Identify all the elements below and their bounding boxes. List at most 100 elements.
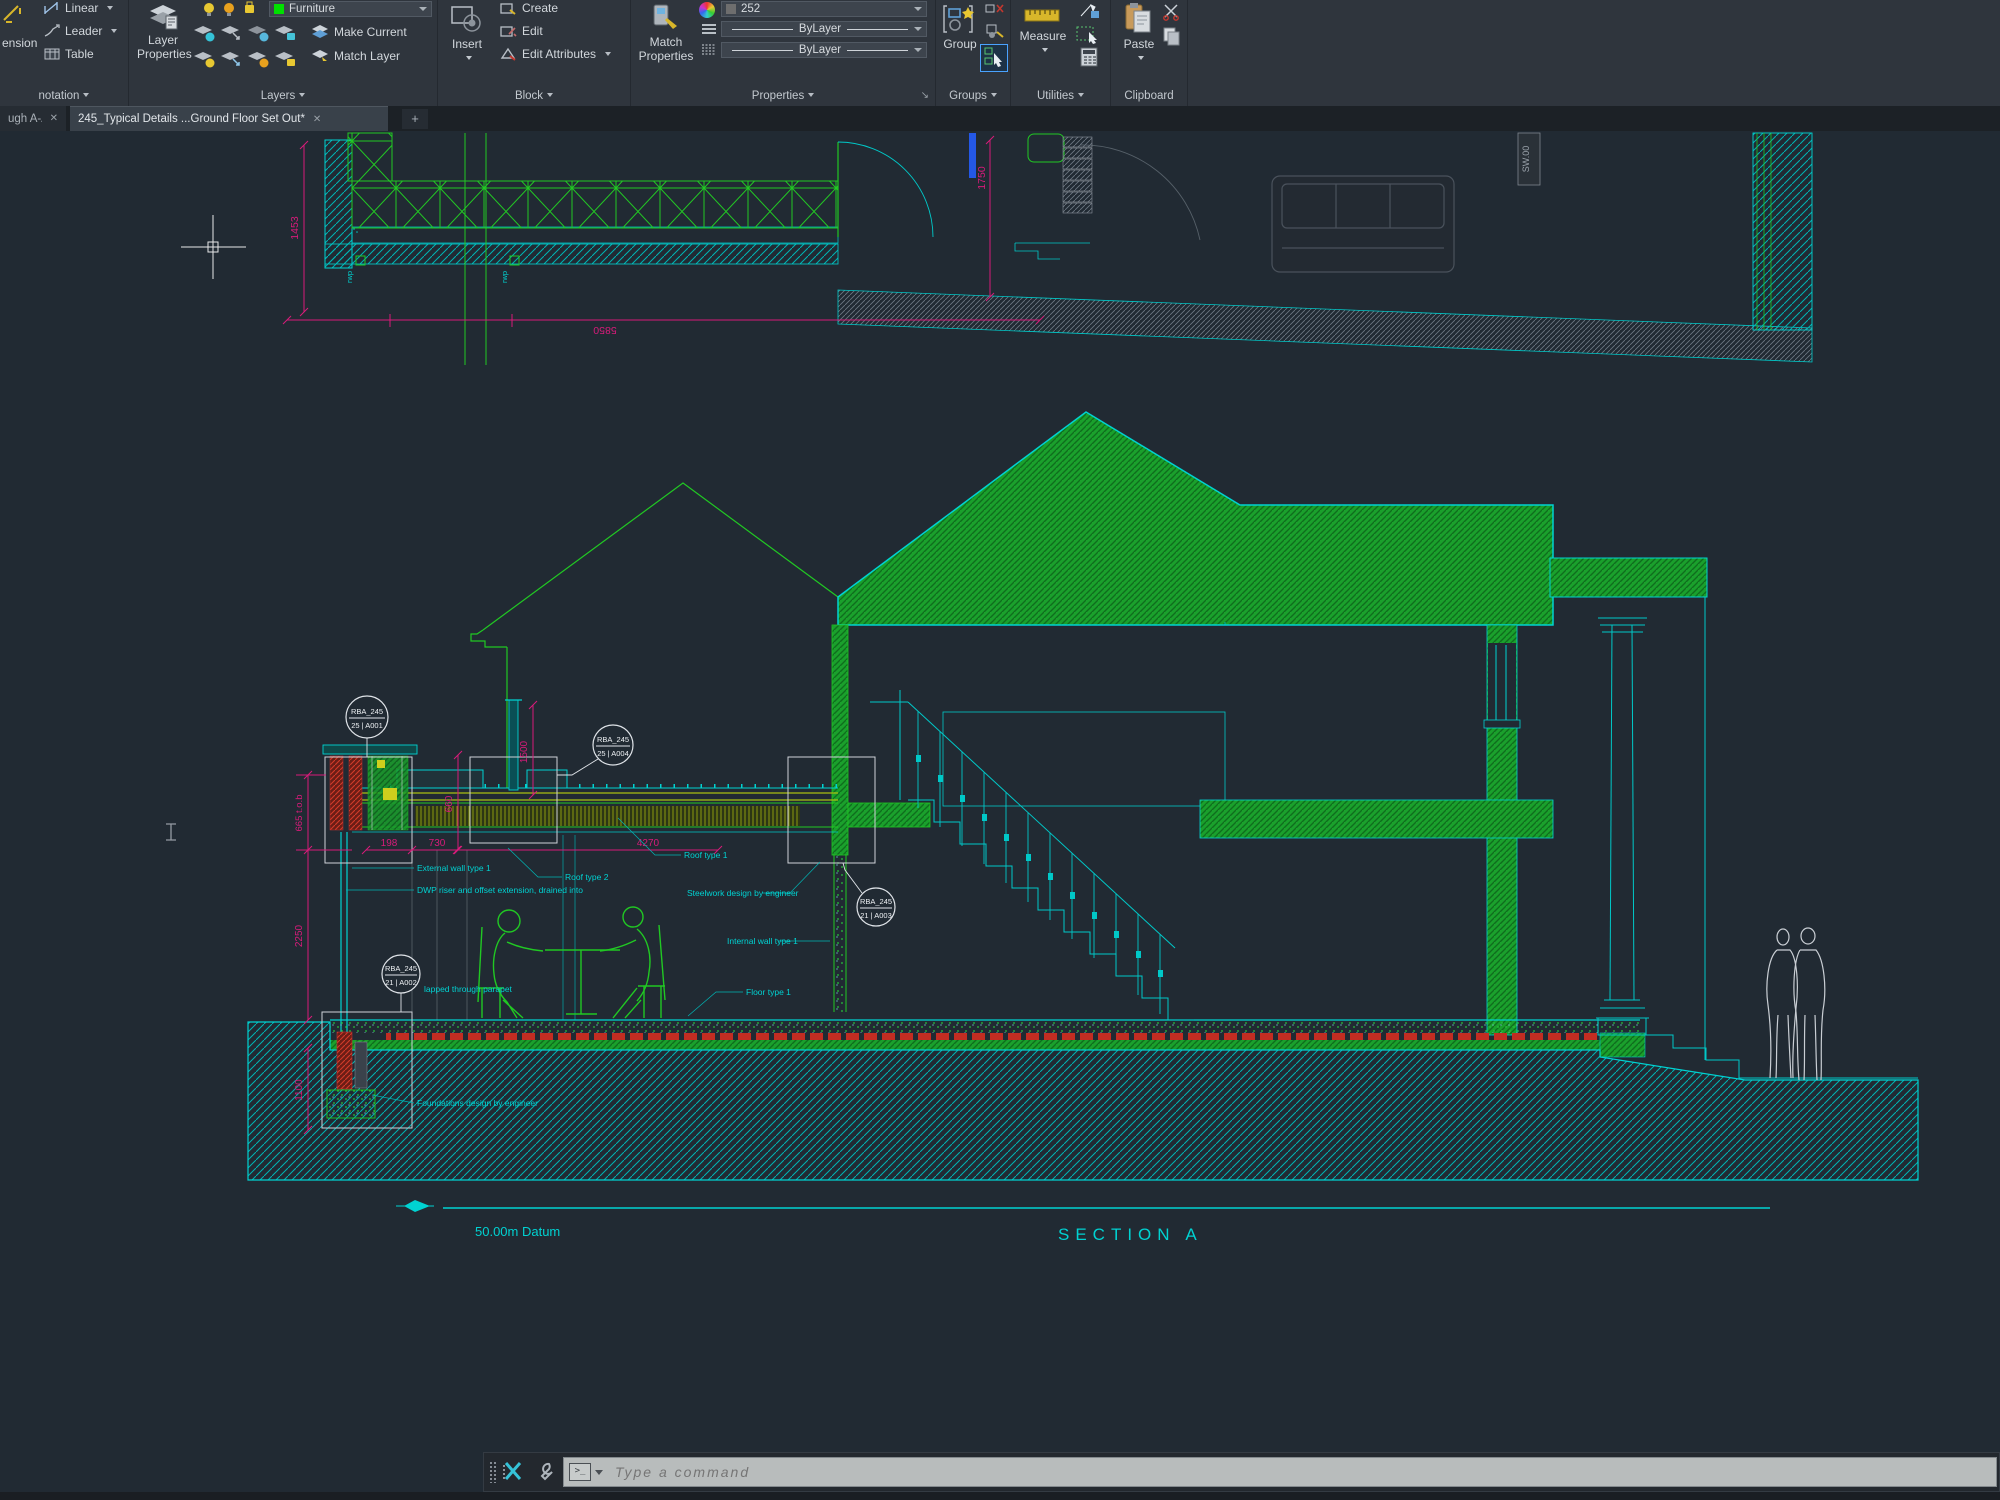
callout-a002: RBA_245 21 | A002	[382, 955, 420, 1012]
edit-attributes-icon	[500, 47, 517, 61]
dim-parapet: 665 t.o.b	[294, 795, 305, 832]
color-swatch	[726, 4, 736, 14]
layer-properties-button[interactable]: LayerProperties	[137, 4, 189, 61]
dimension-partial-label: ension	[2, 36, 37, 50]
layer-color-swatch	[274, 4, 284, 14]
plan-sofa	[1272, 176, 1454, 272]
detail-callouts: RBA_245 25 | A001 RBA_245 25 | A004 RBA_…	[346, 696, 895, 1012]
command-history-arrow-icon[interactable]	[595, 1470, 603, 1475]
note-internal-wall: Internal wall type 1	[727, 936, 798, 946]
paste-button[interactable]: Paste	[1117, 2, 1161, 65]
insert-icon	[450, 4, 484, 34]
color-dropdown[interactable]: 252	[721, 1, 927, 17]
close-icon[interactable]: ✕	[50, 113, 58, 124]
svg-text:RBA_245: RBA_245	[385, 964, 417, 973]
dimension-tool-icon[interactable]	[2, 4, 22, 24]
quick-select-icon[interactable]	[1075, 24, 1101, 44]
panel-properties: MatchProperties 252 ByLayer ByLayer Prop…	[631, 0, 936, 106]
linetype-icon	[701, 22, 717, 36]
plan-label-rwp: rwp	[500, 271, 509, 283]
lineweight-dropdown[interactable]: ByLayer	[721, 42, 927, 58]
command-prompt-icon[interactable]: >_	[569, 1463, 591, 1481]
copy-icon[interactable]	[1161, 26, 1183, 46]
group-button[interactable]: Group	[938, 4, 982, 51]
command-dock: >_	[483, 1452, 2000, 1492]
properties-dialog-launcher-icon[interactable]: ↘	[921, 90, 929, 101]
tab-active[interactable]: 245_Typical Details ...Ground Floor Set …	[70, 106, 388, 131]
dim-plan-height: 1453	[289, 216, 301, 240]
layer-dropdown[interactable]: Furniture	[269, 1, 432, 17]
drawing-canvas[interactable]: SW.00 rwp rwp 1453 5850 1750	[0, 0, 2000, 1500]
layer-state-icons[interactable]	[201, 1, 267, 17]
cut-icon[interactable]	[1161, 3, 1183, 21]
calculator-icon[interactable]	[1079, 47, 1101, 67]
note-floor1: Floor type 1	[746, 987, 791, 997]
group-icon	[943, 4, 977, 34]
utilities-panel-footer[interactable]: Utilities	[1011, 90, 1110, 102]
section-roof	[838, 412, 1553, 625]
note-parapet: lapped through parapet	[424, 984, 513, 994]
edit-block-button[interactable]: Edit	[500, 24, 543, 38]
datum-label: 50.00m Datum	[475, 1224, 560, 1239]
match-layer-button[interactable]: Match Layer	[311, 48, 400, 63]
linetype-dropdown[interactable]: ByLayer	[721, 21, 927, 37]
dim-wall-height: 2250	[294, 924, 305, 947]
wrench-icon[interactable]	[533, 1460, 557, 1484]
section-portico	[1596, 597, 1918, 1078]
lineweight-icon	[701, 43, 717, 57]
create-block-button[interactable]: Create	[500, 1, 558, 15]
table-button[interactable]: Table	[44, 47, 94, 61]
id-point-icon[interactable]	[1077, 2, 1101, 20]
note-riser: DWP riser and offset extension, drained …	[417, 885, 583, 895]
svg-text:RBA_245: RBA_245	[597, 735, 629, 744]
note-external-wall: External wall type 1	[417, 863, 491, 873]
section-left-wall	[832, 625, 930, 1012]
section-drawing: RBA_245 25 | A001 RBA_245 25 | A004 RBA_…	[248, 412, 1918, 1244]
customization-icon[interactable]	[501, 1459, 527, 1485]
match-properties-button[interactable]: MatchProperties	[635, 4, 697, 63]
dim-plan-door: 1750	[976, 166, 988, 190]
block-panel-footer[interactable]: Block	[438, 90, 630, 102]
note-roof1: Roof type 1	[684, 850, 728, 860]
dock-grip[interactable]	[489, 1461, 497, 1483]
insert-button[interactable]: Insert	[444, 4, 490, 65]
svg-text:21 | A002: 21 | A002	[385, 978, 417, 987]
measure-button[interactable]: Measure	[1015, 4, 1071, 57]
plan-label-rwp: rwp	[345, 271, 354, 283]
layer-properties-icon	[148, 4, 178, 30]
panel-utilities: Measure Utilities	[1011, 0, 1111, 106]
dim-seg-b: 730	[429, 838, 446, 849]
svg-text:RBA_245: RBA_245	[351, 707, 383, 716]
text-cursor-icon	[166, 824, 176, 840]
group-edit-icon[interactable]	[984, 22, 1006, 40]
crosshair-cursor	[181, 215, 246, 279]
group-selection-toggle[interactable]	[980, 44, 1008, 72]
section-staircase	[870, 690, 1194, 1020]
linear-button[interactable]: Linear	[44, 1, 113, 15]
paste-icon	[1124, 2, 1154, 34]
svg-text:21 | A003: 21 | A003	[860, 911, 892, 920]
section-title: SECTION A	[1058, 1225, 1203, 1244]
ungroup-icon[interactable]	[984, 1, 1006, 19]
file-tab-bar: ugh A-A*✕ 245_Typical Details ...Ground …	[0, 106, 2000, 131]
new-tab-button[interactable]: +	[402, 109, 428, 129]
command-field: >_	[563, 1457, 1997, 1487]
make-current-icon	[311, 24, 329, 39]
dim-seg-c: 4270	[637, 838, 660, 849]
create-block-icon	[500, 1, 517, 15]
section-flat-roof	[352, 700, 838, 832]
make-current-button[interactable]: Make Current	[311, 24, 407, 39]
panel-clipboard: Paste Clipboard	[1111, 0, 1188, 106]
color-wheel-icon	[699, 2, 715, 18]
leader-button[interactable]: Leader	[44, 24, 117, 38]
close-icon[interactable]: ✕	[313, 114, 321, 125]
tab-inactive[interactable]: ugh A-A*✕	[0, 106, 66, 131]
groups-panel-footer[interactable]: Groups	[936, 90, 1010, 102]
layers-panel-footer[interactable]: Layers	[129, 90, 437, 102]
edit-attributes-button[interactable]: Edit Attributes	[500, 47, 611, 61]
properties-panel-footer[interactable]: Properties	[631, 90, 935, 102]
ribbon: ension Linear Leader Table notation L	[0, 0, 2000, 106]
command-input[interactable]	[613, 1463, 1996, 1481]
autocad-window: { "ribbon": { "dimension_panel": { "part…	[0, 0, 2000, 1500]
annotation-panel-footer[interactable]: notation	[0, 90, 128, 102]
